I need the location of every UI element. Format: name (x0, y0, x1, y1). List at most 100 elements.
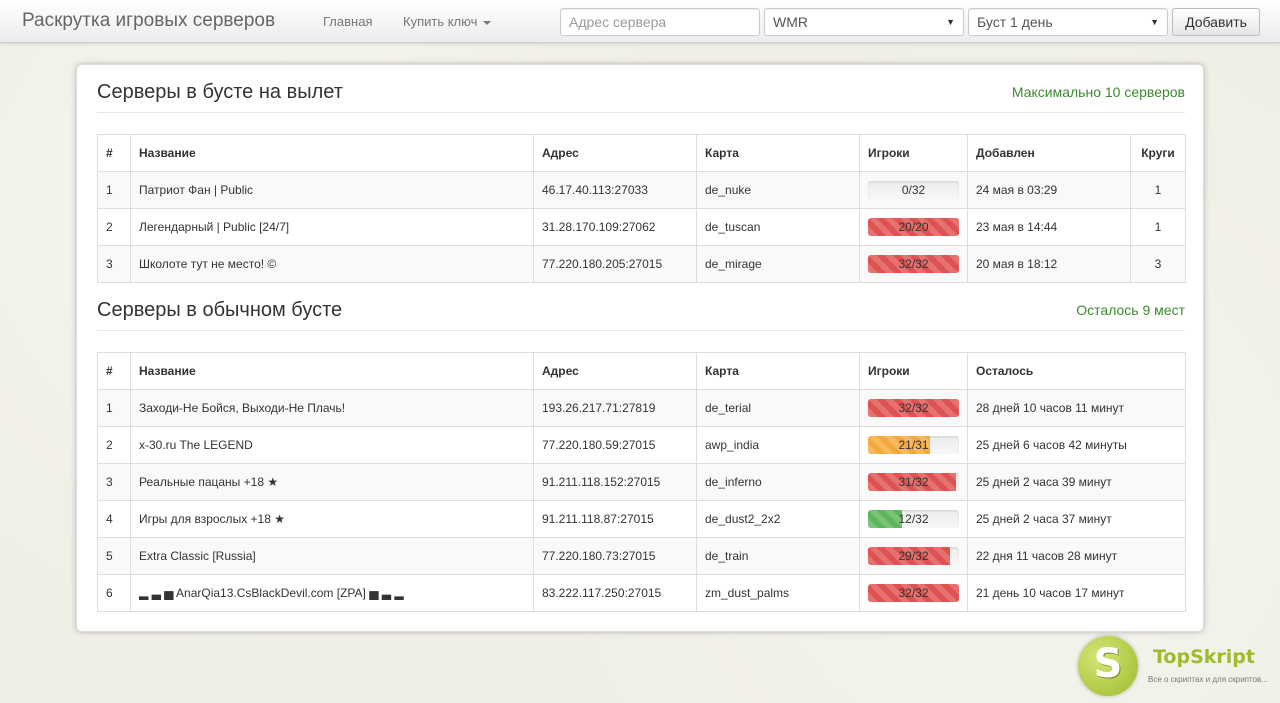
players-cell: 0/32 (859, 171, 968, 209)
column-header: Название (130, 352, 534, 390)
server-name: Реальные пацаны +18 ★ (130, 463, 534, 501)
rounds-count: 1 (1130, 171, 1186, 209)
added-date: 20 мая в 18:12 (967, 245, 1131, 283)
server-map: awp_india (696, 426, 860, 464)
boost-section-note: Максимально 10 серверов (1011, 84, 1185, 100)
players-count: 32/32 (898, 401, 929, 415)
rounds-count: 1 (1130, 208, 1186, 246)
nav-home-link[interactable]: Главная (323, 14, 372, 29)
players-cell: 31/32 (859, 463, 968, 501)
table-row: 5 Extra Classic [Russia] 77.220.180.73:2… (97, 537, 1186, 575)
server-name: Заходи-Не Бойся, Выходи-Не Плачь! (130, 389, 534, 427)
row-number: 6 (97, 574, 131, 612)
column-header: # (97, 134, 131, 172)
watermark-tagline: Все о скриптах и для скриптов... (1148, 675, 1268, 684)
brand-title[interactable]: Раскрутка игровых серверов (22, 10, 275, 32)
server-map: de_terial (696, 389, 860, 427)
server-address: 46.17.40.113:27033 (533, 171, 697, 209)
server-address: 77.220.180.205:27015 (533, 245, 697, 283)
add-server-button[interactable]: Добавить (1172, 8, 1260, 36)
players-count: 0/32 (901, 183, 926, 197)
boost-servers-table: # Название Адрес Карта Игроки Добавлен К… (97, 134, 1186, 283)
column-header: Карта (696, 352, 860, 390)
server-address: 31.28.170.109:27062 (533, 208, 697, 246)
navbar: Раскрутка игровых серверов Главная Купит… (0, 0, 1280, 43)
server-address: 193.26.217.71:27819 (533, 389, 697, 427)
table-row: 4 Игры для взрослых +18 ★ 91.211.118.87:… (97, 500, 1186, 538)
server-map: de_nuke (696, 171, 860, 209)
table-row: 1 Патриот Фан | Public 46.17.40.113:2703… (97, 171, 1186, 209)
players-count: 21/31 (898, 438, 929, 452)
players-progress: 0/32 (868, 181, 959, 199)
column-header: Игроки (859, 134, 968, 172)
server-address: 77.220.180.73:27015 (533, 537, 697, 575)
players-count: 32/32 (898, 257, 929, 271)
table-row: 2 Легендарный | Public [24/7] 31.28.170.… (97, 208, 1186, 246)
table-row: 3 Реальные пацаны +18 ★ 91.211.118.152:2… (97, 463, 1186, 501)
row-number: 1 (97, 389, 131, 427)
row-number: 2 (97, 426, 131, 464)
players-progress: 20/20 (868, 218, 959, 236)
column-header: Игроки (859, 352, 968, 390)
column-header: Адрес (533, 134, 697, 172)
players-progress: 32/32 (868, 399, 959, 417)
time-remaining: 25 дней 6 часов 42 минуты (967, 426, 1186, 464)
column-header: Круги (1130, 134, 1186, 172)
table-row: 2 x-30.ru The LEGEND 77.220.180.59:27015… (97, 426, 1186, 464)
regular-servers-table: # Название Адрес Карта Игроки Осталось 1… (97, 352, 1186, 612)
table-header-row: # Название Адрес Карта Игроки Осталось (97, 352, 1186, 390)
rounds-count: 3 (1130, 245, 1186, 283)
server-map: de_inferno (696, 463, 860, 501)
players-count: 31/32 (898, 475, 929, 489)
server-name: Школоте тут не место! © (130, 245, 534, 283)
column-header: Адрес (533, 352, 697, 390)
regular-section-title: Серверы в обычном бусте (97, 299, 343, 321)
server-name: ▂ ▃ ▅ AnarQia13.CsBlackDevil.com [ZPA] ▅… (130, 574, 534, 612)
players-cell: 32/32 (859, 245, 968, 283)
server-map: de_dust2_2x2 (696, 500, 860, 538)
time-remaining: 28 дней 10 часов 11 минут (967, 389, 1186, 427)
column-header: # (97, 352, 131, 390)
server-map: de_tuscan (696, 208, 860, 246)
server-address: 83.222.117.250:27015 (533, 574, 697, 612)
server-name: Легендарный | Public [24/7] (130, 208, 534, 246)
players-count: 32/32 (898, 586, 929, 600)
players-cell: 20/20 (859, 208, 968, 246)
players-progress: 31/32 (868, 473, 959, 491)
players-progress: 32/32 (868, 584, 959, 602)
nav-buy-key-dropdown[interactable]: Купить ключ (403, 14, 492, 29)
players-cell: 21/31 (859, 426, 968, 464)
server-map: zm_dust_palms (696, 574, 860, 612)
boost-type-value: Буст 1 день (977, 14, 1053, 30)
players-cell: 29/32 (859, 537, 968, 575)
boost-section-header: Серверы в бусте на вылет Максимально 10 … (97, 65, 1185, 113)
caret-down-icon (483, 20, 492, 25)
time-remaining: 25 дней 2 часа 39 минут (967, 463, 1186, 501)
payment-method-select[interactable]: WMR ▼ (764, 8, 964, 36)
nav-buy-key-label: Купить ключ (403, 14, 478, 29)
row-number: 2 (97, 208, 131, 246)
main-panel: Серверы в бусте на вылет Максимально 10 … (76, 64, 1204, 632)
players-count: 20/20 (898, 220, 929, 234)
server-name: x-30.ru The LEGEND (130, 426, 534, 464)
server-address: 91.211.118.87:27015 (533, 500, 697, 538)
server-address-input[interactable] (560, 8, 760, 36)
time-remaining: 25 дней 2 часа 37 минут (967, 500, 1186, 538)
boost-type-select[interactable]: Буст 1 день ▼ (968, 8, 1168, 36)
logo-letter: S (1093, 641, 1123, 687)
column-header: Название (130, 134, 534, 172)
server-address: 77.220.180.59:27015 (533, 426, 697, 464)
players-progress: 12/32 (868, 510, 959, 528)
server-name: Патриот Фан | Public (130, 171, 534, 209)
table-row: 3 Школоте тут не место! © 77.220.180.205… (97, 245, 1186, 283)
regular-section-note: Осталось 9 мест (1076, 302, 1185, 318)
time-remaining: 22 дня 11 часов 28 минут (967, 537, 1186, 575)
added-date: 24 мая в 03:29 (967, 171, 1131, 209)
watermark-name: TopSkript (1153, 646, 1255, 668)
server-address: 91.211.118.152:27015 (533, 463, 697, 501)
table-row: 1 Заходи-Не Бойся, Выходи-Не Плачь! 193.… (97, 389, 1186, 427)
time-remaining: 21 день 10 часов 17 минут (967, 574, 1186, 612)
players-cell: 12/32 (859, 500, 968, 538)
server-map: de_train (696, 537, 860, 575)
server-name: Игры для взрослых +18 ★ (130, 500, 534, 538)
